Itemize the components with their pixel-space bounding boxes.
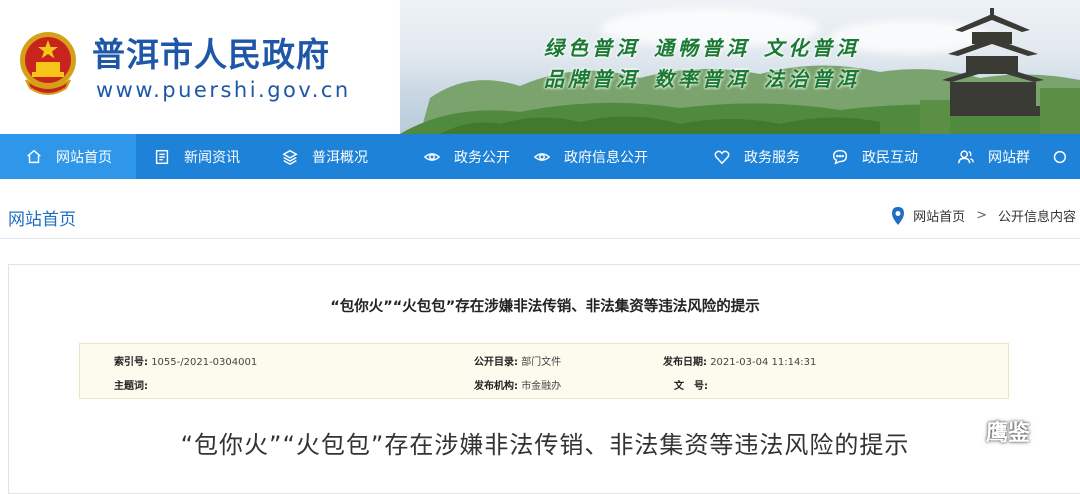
nav-item-gov-affairs[interactable]: 政务公开 bbox=[394, 134, 524, 179]
slogan-text: 通畅普洱 bbox=[654, 36, 750, 60]
slogan-block: 绿色普洱 通畅普洱 文化普洱 品牌普洱 数率普洱 法治普洱 bbox=[544, 33, 874, 95]
breadcrumb-current[interactable]: 公开信息内容 bbox=[998, 206, 1076, 225]
slogan-text: 品牌普洱 bbox=[544, 67, 640, 91]
meta-label: 主题词: bbox=[114, 381, 148, 392]
slogan-text: 绿色普洱 bbox=[544, 36, 640, 60]
article-headline: “包你火”“火包包”存在涉嫌非法传销、非法集资等违法风险的提示 bbox=[180, 431, 910, 459]
nav-item-label: 政民互动 bbox=[862, 149, 918, 166]
slogan-text: 文化普洱 bbox=[764, 36, 860, 60]
heart-icon bbox=[712, 147, 732, 167]
meta-value: 1055-/2021-0304001 bbox=[151, 357, 258, 368]
nav-item-site-group[interactable]: 网站群 bbox=[934, 134, 1040, 179]
meta-value: 2021-03-04 11:14:31 bbox=[710, 357, 817, 368]
article-title: “包你火”“火包包”存在涉嫌非法传销、非法集资等违法风险的提示 bbox=[330, 299, 760, 315]
meta-label: 文 号: bbox=[674, 381, 708, 392]
site-url: www.puershi.gov.cn bbox=[96, 78, 351, 102]
breadcrumb-separator: > bbox=[976, 208, 987, 223]
meta-catalog: 公开目录: 部门文件 bbox=[474, 353, 561, 368]
meta-label: 索引号: bbox=[114, 357, 148, 368]
nav-item-services[interactable]: 政务服务 bbox=[682, 134, 806, 179]
wechat-watermark: 鹰鉴 bbox=[940, 415, 1030, 447]
meta-value: 市金融办 bbox=[521, 381, 562, 392]
nav-item-label: 网站群 bbox=[988, 149, 1030, 166]
nav-item-label: 网站首页 bbox=[56, 149, 112, 166]
home-icon bbox=[24, 147, 44, 167]
national-emblem-icon bbox=[20, 32, 76, 95]
chat-icon bbox=[830, 147, 850, 167]
section-title[interactable]: 网站首页 bbox=[8, 205, 76, 230]
breadcrumb: 网站首页 > 公开信息内容 bbox=[891, 206, 1076, 225]
header-banner: 普洱市人民政府 www.puershi.gov.cn 绿色普洱 通畅普洱 文化普洱 … bbox=[0, 0, 1080, 134]
location-pin-icon bbox=[892, 206, 905, 225]
eye-icon bbox=[422, 147, 442, 167]
wechat-icon bbox=[940, 416, 979, 445]
news-icon bbox=[152, 147, 172, 167]
meta-doc-number: 文 号: bbox=[674, 377, 708, 392]
meta-index: 索引号: 1055-/2021-0304001 bbox=[114, 353, 257, 368]
eye-icon bbox=[532, 147, 552, 167]
search-icon bbox=[1050, 147, 1068, 167]
slogan-text: 数率普洱 bbox=[654, 67, 750, 91]
layers-icon bbox=[280, 147, 300, 167]
meta-label: 公开目录: bbox=[474, 357, 518, 368]
slogan-row-1: 绿色普洱 通畅普洱 文化普洱 bbox=[544, 33, 874, 64]
slogan-text: 法治普洱 bbox=[764, 67, 860, 91]
main-nav: 网站首页 新闻资讯 普洱概况 政务公开 政府信息公开 政务服务 政民互动 网站群 bbox=[0, 134, 1080, 179]
nav-item-label: 普洱概况 bbox=[312, 149, 368, 166]
meta-date: 发布日期: 2021-03-04 11:14:31 bbox=[663, 353, 816, 368]
meta-subject: 主题词: bbox=[114, 377, 148, 392]
breadcrumb-link-home[interactable]: 网站首页 bbox=[913, 206, 965, 225]
watermark-text: 鹰鉴 bbox=[986, 421, 1031, 446]
nav-item-label: 政务服务 bbox=[744, 149, 800, 166]
users-icon bbox=[956, 147, 976, 167]
nav-item-news[interactable]: 新闻资讯 bbox=[136, 134, 270, 179]
metadata-table: 索引号: 1055-/2021-0304001 公开目录: 部门文件 发布日期:… bbox=[79, 343, 1009, 399]
nav-item-interaction[interactable]: 政民互动 bbox=[806, 134, 934, 179]
nav-item-gov-info[interactable]: 政府信息公开 bbox=[524, 134, 682, 179]
meta-label: 发布日期: bbox=[663, 357, 707, 368]
meta-org: 发布机构: 市金融办 bbox=[474, 377, 561, 392]
meta-label: 发布机构: bbox=[474, 381, 518, 392]
nav-item-home[interactable]: 网站首页 bbox=[0, 134, 136, 179]
article-panel: “包你火”“火包包”存在涉嫌非法传销、非法集资等违法风险的提示 索引号: 105… bbox=[8, 264, 1080, 494]
nav-item-more[interactable] bbox=[1040, 134, 1080, 179]
nav-item-overview[interactable]: 普洱概况 bbox=[270, 134, 394, 179]
meta-value: 部门文件 bbox=[521, 357, 562, 368]
nav-item-label: 政务公开 bbox=[454, 149, 510, 166]
slogan-row-2: 品牌普洱 数率普洱 法治普洱 bbox=[544, 64, 874, 95]
nav-item-label: 新闻资讯 bbox=[184, 149, 240, 166]
site-title[interactable]: 普洱市人民政府 bbox=[92, 28, 330, 76]
breadcrumb-bar: 网站首页 网站首页 > 公开信息内容 bbox=[0, 179, 1080, 239]
nav-item-label: 政府信息公开 bbox=[564, 149, 648, 166]
